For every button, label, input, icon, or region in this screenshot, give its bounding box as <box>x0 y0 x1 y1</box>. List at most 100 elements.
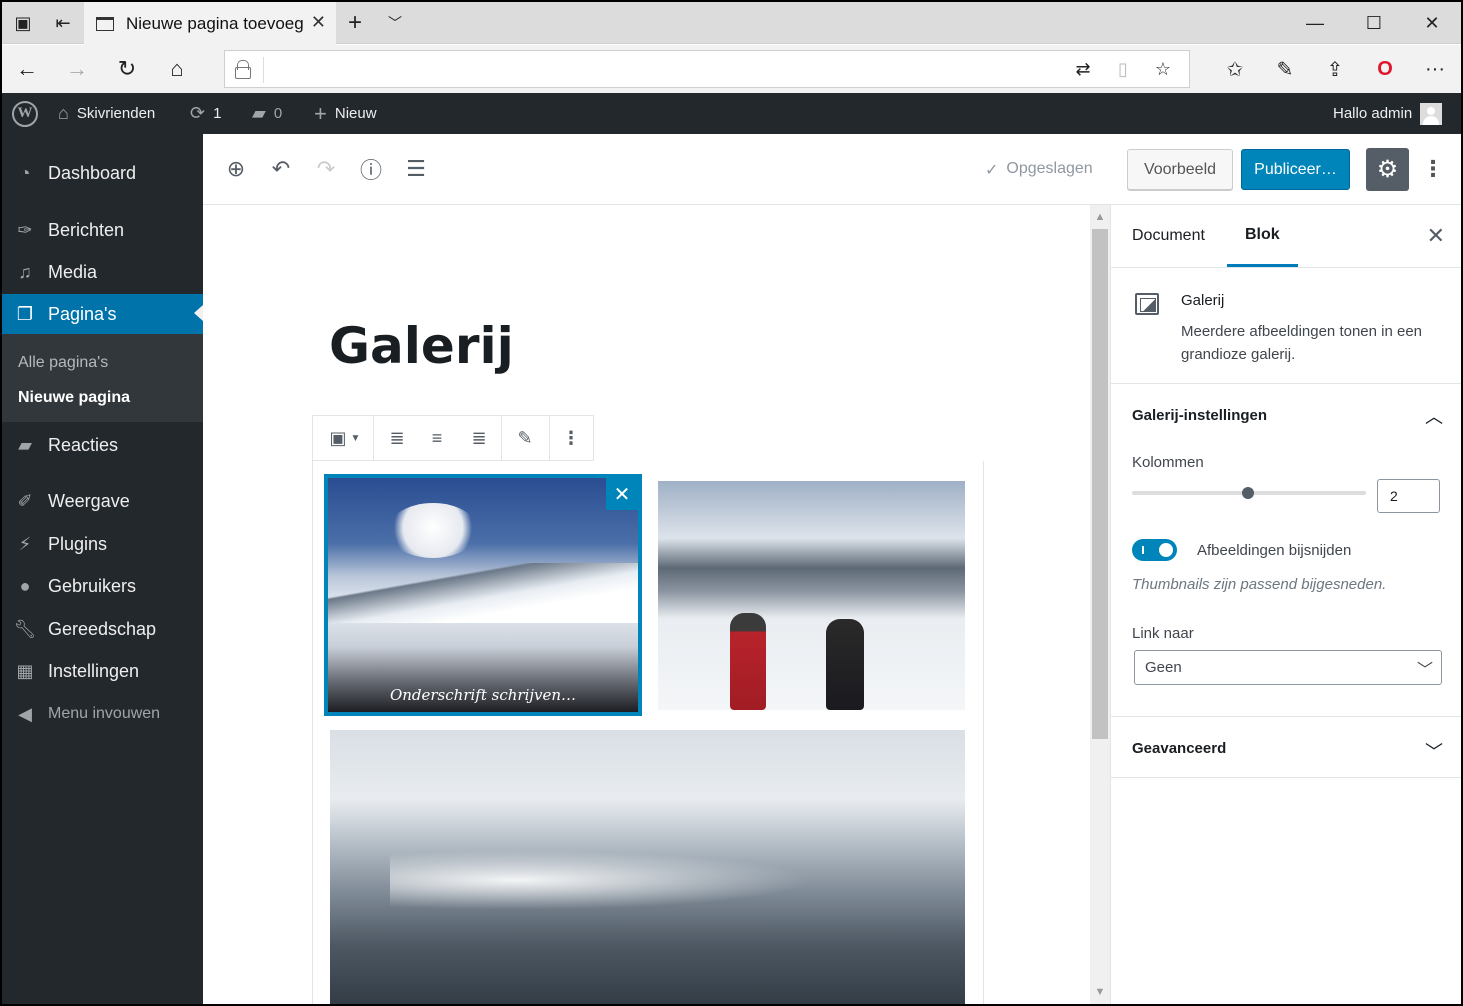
account-link[interactable]: Hallo admin <box>1333 93 1443 134</box>
tab-active[interactable]: Nieuwe pagina toevoeg ✕ <box>84 2 336 45</box>
opera-icon[interactable]: O <box>1362 45 1408 93</box>
settings-toggle-button[interactable]: ⚙ <box>1366 148 1409 191</box>
plugin-icon: ⚡ <box>18 533 32 554</box>
block-type-switcher[interactable]: ▣ ▼ <box>319 416 371 460</box>
favorites-icon[interactable]: ✩ <box>1212 45 1258 93</box>
menu-dashboard[interactable]: ◔ Dashboard <box>2 154 203 192</box>
advanced-title[interactable]: Geavanceerd <box>1132 740 1226 757</box>
updates-icon: ⟳ <box>190 103 206 123</box>
tab-title: Nieuwe pagina toevoeg <box>126 13 304 33</box>
add-block-icon[interactable]: ⊕ <box>221 154 251 184</box>
comments-count: 0 <box>273 105 283 122</box>
gallery-image-2[interactable] <box>658 481 965 710</box>
tab-document[interactable]: Document <box>1132 205 1205 267</box>
slider-handle[interactable] <box>1242 487 1254 499</box>
block-card: Galerij Meerdere afbeeldingen tonen in e… <box>1111 268 1461 384</box>
address-bar: ← → ↻ ⌂ ⇄ ▯ ☆ ✩ ✎ ⇪ O ··· <box>2 45 1461 93</box>
page-icon <box>96 16 114 31</box>
home-icon[interactable]: ⌂ <box>154 45 200 93</box>
scroll-down-icon[interactable]: ▼ <box>1090 982 1110 1002</box>
submenu-new-page[interactable]: Nieuwe pagina <box>18 389 130 407</box>
gear-icon: ⚙ <box>1376 156 1399 183</box>
menu-users[interactable]: ● Gebruikers <box>2 567 203 605</box>
scroll-up-icon[interactable]: ▲ <box>1090 207 1110 227</box>
share-icon[interactable]: ⇪ <box>1312 45 1358 93</box>
redo-icon[interactable]: ↷ <box>311 154 341 184</box>
close-icon[interactable]: ✕ <box>1427 223 1445 249</box>
page-title[interactable]: Galerij <box>329 317 514 375</box>
translate-icon[interactable]: ⇄ <box>1065 51 1101 87</box>
pages-icon: ❐ <box>16 303 34 324</box>
outline-icon[interactable]: ☰ <box>401 154 431 184</box>
columns-input[interactable]: 2 <box>1377 479 1440 513</box>
more-options-icon[interactable]: ⋮ <box>1422 154 1444 184</box>
comments-link[interactable]: ▰ 0 <box>252 93 282 134</box>
pen-icon[interactable]: ✎ <box>1262 45 1308 93</box>
editor-canvas: Galerij ▣ ▼ ≣ ≡ ≣ ✎ ⋮ Onderschrift schrij… <box>203 205 1090 1004</box>
tab-block[interactable]: Blok <box>1227 205 1298 267</box>
canvas-scrollbar[interactable]: ▲ ▼ <box>1090 205 1110 1004</box>
back-icon[interactable]: ← <box>4 45 50 93</box>
gallery-settings-title[interactable]: Galerij-instellingen <box>1132 407 1267 424</box>
pages-submenu: Alle pagina's Nieuwe pagina <box>2 334 203 422</box>
align-center-icon[interactable]: ≡ <box>419 416 455 460</box>
menu-comments[interactable]: ▰ Reacties <box>2 426 203 464</box>
refresh-icon[interactable]: ↻ <box>104 45 150 93</box>
plus-icon: + <box>314 100 327 126</box>
menu-collapse[interactable]: ◀ Menu invouwen <box>2 695 203 733</box>
gallery-icon <box>1135 293 1159 315</box>
align-left-icon[interactable]: ≣ <box>379 416 415 460</box>
updates-link[interactable]: ⟳ 1 <box>190 93 221 134</box>
menu-media[interactable]: ♫ Media <box>2 253 203 291</box>
info-icon[interactable]: ⓘ <box>356 154 386 184</box>
menu-settings[interactable]: ▦ Instellingen <box>2 652 203 690</box>
gallery-image-1[interactable]: Onderschrift schrijven… ✕ <box>324 474 642 716</box>
submenu-all-pages[interactable]: Alle pagina's <box>18 354 108 372</box>
new-tab-icon[interactable]: + <box>338 2 372 44</box>
inspector-tabs: Document Blok ✕ <box>1111 205 1461 268</box>
align-right-icon[interactable]: ≣ <box>461 416 497 460</box>
preview-button[interactable]: Voorbeeld <box>1127 149 1233 190</box>
chevron-down-icon: ﹀ <box>1416 662 1433 679</box>
menu-pages[interactable]: ❐ Pagina's <box>2 294 203 334</box>
site-link[interactable]: ⌂ Skivrienden <box>58 93 155 134</box>
tab-preview-chevron-icon[interactable]: ﹀ <box>378 2 412 44</box>
skier-figure <box>730 613 766 710</box>
edit-pencil-icon[interactable]: ✎ <box>507 416 543 460</box>
forward-icon[interactable]: → <box>54 45 100 93</box>
menu-posts[interactable]: ✑ Berichten <box>2 211 203 249</box>
maximize-icon[interactable]: ☐ <box>1344 2 1404 44</box>
check-icon: ✓ <box>985 162 999 179</box>
more-icon[interactable]: ··· <box>1412 45 1458 93</box>
crop-toggle[interactable] <box>1132 539 1177 561</box>
chevron-up-icon[interactable]: ︿ <box>1425 403 1443 429</box>
link-select[interactable]: Geen ﹀ <box>1134 650 1442 685</box>
publish-button[interactable]: Publiceer… <box>1241 149 1350 190</box>
close-window-icon[interactable]: ✕ <box>1402 2 1461 44</box>
admin-sidebar: ◔ Dashboard ✑ Berichten ♫ Media ❐ Pagina's A… <box>2 134 203 1004</box>
set-aside-tabs-icon[interactable]: ⇤ <box>46 2 80 44</box>
url-field[interactable]: ⇄ ▯ ☆ <box>224 50 1190 88</box>
brush-icon: ✐ <box>17 490 33 511</box>
caption-input[interactable]: Onderschrift schrijven… <box>328 686 638 704</box>
chevron-down-icon[interactable]: ﹀ <box>1425 738 1443 764</box>
tab-manager-icon[interactable]: ▣ <box>6 2 40 44</box>
undo-icon[interactable]: ↶ <box>266 154 296 184</box>
block-more-icon[interactable]: ⋮ <box>553 416 589 460</box>
minimize-icon[interactable]: — <box>1285 2 1345 44</box>
close-tab-icon[interactable]: ✕ <box>311 12 326 33</box>
favorite-star-icon[interactable]: ☆ <box>1145 51 1181 87</box>
gallery-image-3[interactable] <box>330 730 965 1004</box>
new-content-link[interactable]: + Nieuw <box>314 93 377 134</box>
avatar <box>1420 102 1443 125</box>
menu-tools[interactable]: 🔧︎ Gereedschap <box>2 610 203 648</box>
remove-image-icon[interactable]: ✕ <box>606 478 638 510</box>
wp-logo[interactable]: W <box>12 93 38 134</box>
menu-appearance[interactable]: ✐ Weergave <box>2 482 203 520</box>
columns-slider[interactable] <box>1132 487 1366 499</box>
comment-icon: ▰ <box>252 103 266 123</box>
menu-plugins[interactable]: ⚡ Plugins <box>2 525 203 563</box>
scroll-thumb[interactable] <box>1092 229 1108 739</box>
reading-view-icon[interactable]: ▯ <box>1105 51 1141 87</box>
home-icon: ⌂ <box>58 103 69 123</box>
